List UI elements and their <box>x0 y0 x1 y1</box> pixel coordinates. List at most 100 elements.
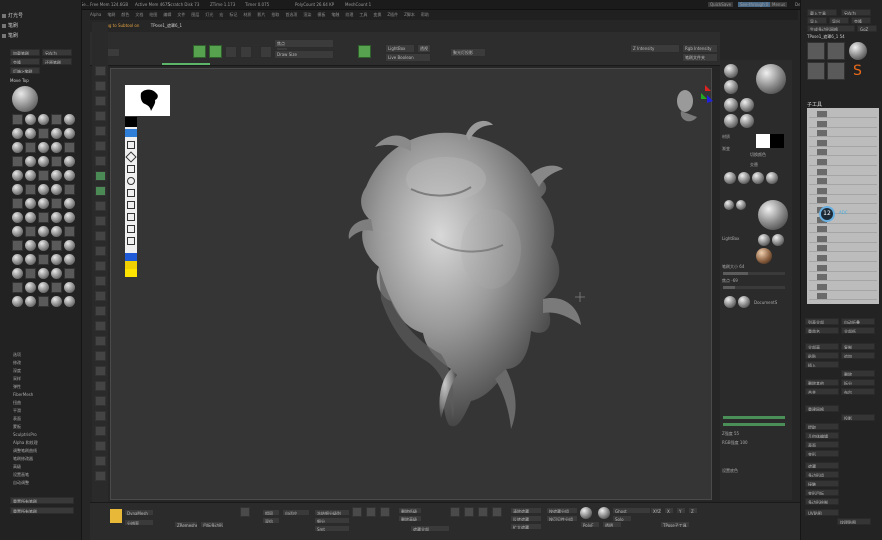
shelf-tool-icon[interactable] <box>95 186 106 196</box>
brush-thumbnail[interactable] <box>25 114 36 125</box>
rgb-intensity-slider[interactable]: Rgb Intensity <box>682 44 718 53</box>
morph-target-button[interactable]: 变形目标 <box>805 489 839 496</box>
shelf-tool-icon[interactable] <box>95 141 106 151</box>
smt-toggle[interactable]: Smt <box>314 525 350 532</box>
brush-subpalette-item[interactable]: 表面 <box>13 416 21 422</box>
material-sphere-5[interactable] <box>724 114 738 128</box>
masking-button[interactable]: 遮罩 <box>805 462 839 469</box>
shelf-tool-icon[interactable] <box>95 351 106 361</box>
brush-thumbnail[interactable] <box>64 226 75 237</box>
brush-thumbnail[interactable] <box>64 212 75 223</box>
subtool-row[interactable] <box>809 254 877 262</box>
rgb-intensity-bar[interactable] <box>722 422 786 427</box>
brush-subpalette-item[interactable]: 修改 <box>13 360 21 366</box>
shelf-tool-icon[interactable] <box>95 96 106 106</box>
geometry-button[interactable]: 几何体编辑 <box>805 432 839 439</box>
subtool-row[interactable] <box>809 244 877 253</box>
brush-thumbnail[interactable] <box>51 282 62 293</box>
dynamesh-icon[interactable] <box>110 509 122 523</box>
sym-z-button[interactable]: Z <box>688 507 698 514</box>
menu-item[interactable]: 拾取 <box>271 10 279 20</box>
brush-thumbnail[interactable] <box>64 114 75 125</box>
brush-subpalette-item[interactable]: 弹性 <box>13 384 21 390</box>
bpr-sphere-2[interactable] <box>738 296 750 308</box>
append-button[interactable]: 追加 <box>841 352 875 359</box>
brush-thumbnail[interactable] <box>64 282 75 293</box>
resolution-slider[interactable]: 分辨率 <box>124 519 154 526</box>
focal-slider-label[interactable]: 焦点 -69 <box>722 278 738 284</box>
brush-thumbnail[interactable] <box>51 212 62 223</box>
divide-button[interactable]: 细分 <box>314 517 350 524</box>
material-sphere-3[interactable] <box>724 98 738 112</box>
switch-color-button[interactable]: 切换颜色 <box>750 152 766 158</box>
defaults-button[interactable]: 设置底色 <box>722 468 738 474</box>
menu-item[interactable]: 影片 <box>257 10 265 20</box>
navigation-head-icon[interactable] <box>677 90 697 122</box>
brush-subpalette-item[interactable]: 设置画笔 <box>13 472 29 478</box>
brush-thumbnail[interactable] <box>25 282 36 293</box>
shelf-tool-icon[interactable] <box>95 261 106 271</box>
subtool-row[interactable] <box>809 292 877 301</box>
shelf-tool-icon[interactable] <box>95 156 106 166</box>
brush-subpalette-item[interactable]: 平滑 <box>13 408 21 414</box>
invert-mask-button[interactable]: 反转遮罩 <box>510 515 542 522</box>
same-button[interactable]: 相同 <box>262 509 280 516</box>
brush-subpalette-item[interactable]: FiberMesh <box>13 392 33 397</box>
shelf-tool-icon[interactable] <box>95 456 106 466</box>
brush-thumbnail[interactable] <box>12 156 23 167</box>
shelf-tool-icon[interactable] <box>95 111 106 121</box>
mask-icon-4[interactable] <box>492 507 502 517</box>
brush-thumbnail[interactable] <box>51 240 62 251</box>
brush-thumbnail[interactable] <box>25 254 36 265</box>
texture-map-button[interactable]: 纹理贴图 <box>837 518 871 525</box>
subtool-row[interactable] <box>809 187 877 195</box>
brush-subpalette-item[interactable]: 笔刷修改器 <box>13 456 33 462</box>
brush-thumbnail[interactable] <box>64 128 75 139</box>
brush-thumbnail[interactable] <box>51 254 62 265</box>
uv-map-button[interactable]: UV贴图 <box>805 509 839 516</box>
brush-thumbnail[interactable] <box>12 170 23 181</box>
clear-mask-button[interactable]: 清除遮罩 <box>510 507 542 514</box>
shelf-tool-icon[interactable] <box>95 306 106 316</box>
shelf-tool-icon[interactable] <box>95 321 106 331</box>
shelf-tool-icon[interactable] <box>95 291 106 301</box>
export-button[interactable]: 导出 <box>829 17 849 24</box>
clone-button[interactable]: 克隆 <box>10 58 40 65</box>
menu-item[interactable]: 标记 <box>229 10 237 20</box>
menu-item[interactable]: Z插件 <box>387 10 398 20</box>
subtool-row[interactable] <box>809 225 877 234</box>
material-sphere-6[interactable] <box>740 114 754 128</box>
menu-item[interactable]: 纹理 <box>345 10 353 20</box>
menu-item[interactable]: 渲染 <box>303 10 311 20</box>
menu-item[interactable]: 模板 <box>317 10 325 20</box>
spotlight-button[interactable]: 聚光灯投影 <box>450 48 486 57</box>
brush-thumbnail[interactable] <box>64 184 75 195</box>
matcap-skin-sphere[interactable] <box>756 248 772 264</box>
menu-item[interactable]: 编辑 <box>163 10 171 20</box>
load-tool-button[interactable]: 载入工具 <box>807 9 837 16</box>
brush-thumbnail[interactable] <box>25 226 36 237</box>
shelf-tool-icon[interactable] <box>95 66 106 76</box>
brush-thumbnail[interactable] <box>64 170 75 181</box>
subtool-row[interactable] <box>809 235 877 243</box>
subtool-row[interactable] <box>809 148 877 157</box>
focal-slider[interactable] <box>722 285 786 290</box>
delete-lower-button[interactable]: 删除低级 <box>398 507 422 514</box>
subtool-row[interactable] <box>809 110 877 118</box>
menu-item[interactable]: 笔刷 <box>107 10 115 20</box>
brush-thumbnail[interactable] <box>38 282 49 293</box>
subtool-row[interactable] <box>809 264 877 272</box>
brush-thumbnail[interactable] <box>51 114 62 125</box>
mask-icon-3[interactable] <box>478 507 488 517</box>
goz-button[interactable]: GoZ <box>857 25 877 32</box>
subtool-row[interactable] <box>809 283 877 291</box>
gradient-label[interactable]: 渐变 <box>722 146 730 152</box>
brush-subpalette-item[interactable]: 采样 <box>13 376 21 382</box>
shelf-tool-icon[interactable] <box>95 411 106 421</box>
list-all-button[interactable]: 列表全部 <box>805 318 839 325</box>
brush-thumbnail[interactable] <box>38 296 49 307</box>
brush-thumbnail[interactable] <box>51 226 62 237</box>
tpose-subtool-button[interactable]: TPose子工具 <box>660 521 690 528</box>
paste-button[interactable]: 粘贴 <box>805 352 839 359</box>
brush-thumbnail[interactable] <box>38 198 49 209</box>
